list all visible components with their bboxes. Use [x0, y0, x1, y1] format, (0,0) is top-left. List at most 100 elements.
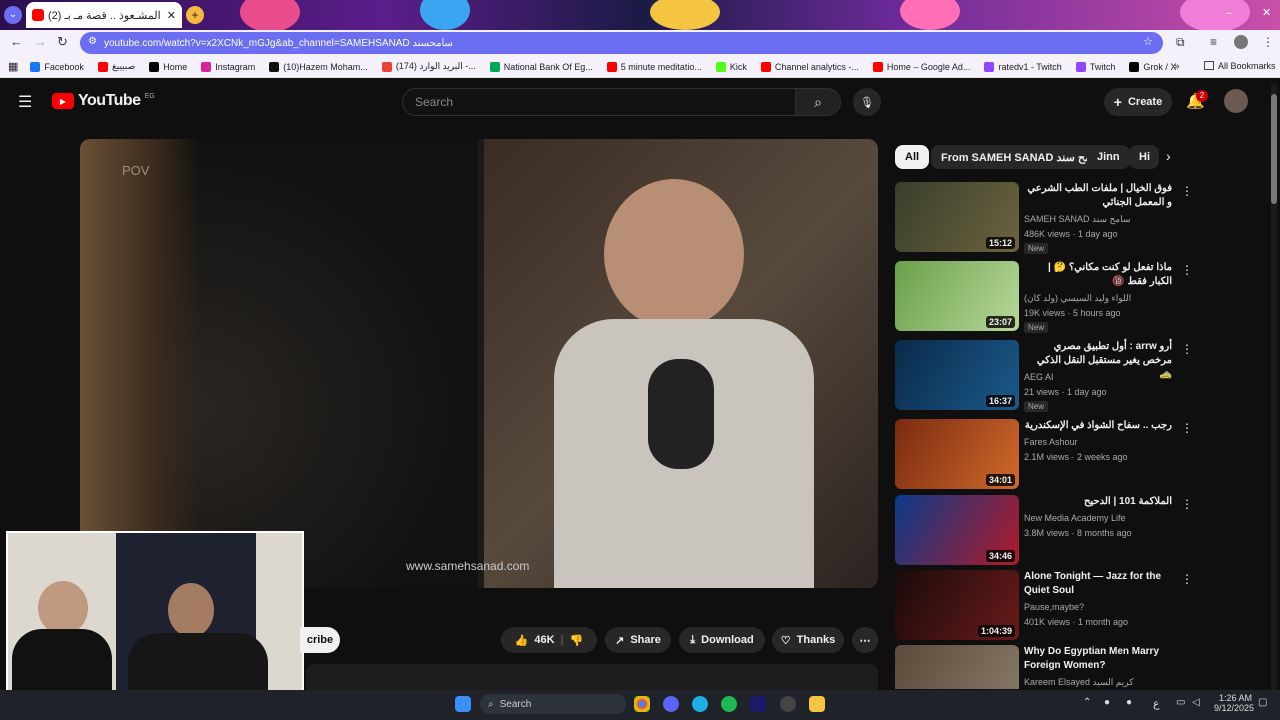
video-player[interactable]: POV www.samehsanad.com	[80, 139, 878, 588]
video-thumbnail[interactable]: 34:46	[895, 495, 1019, 565]
browser-menu-icon[interactable]: ⋮	[1262, 35, 1274, 49]
chip-more[interactable]: Hi	[1129, 145, 1159, 169]
video-thumbnail[interactable]: 16:37	[895, 340, 1019, 410]
user-avatar[interactable]	[1224, 89, 1248, 113]
channel-name[interactable]: Pause,maybe?	[1024, 602, 1084, 612]
voice-search-button[interactable]: 🎙	[853, 88, 881, 116]
dislike-icon[interactable]: 👎	[570, 634, 584, 647]
window-close-icon[interactable]: ✕	[1262, 6, 1271, 19]
youtube-logo[interactable]: ▶ YouTube EG	[52, 92, 155, 110]
clock[interactable]: 1:26 AM 9/12/2025	[1214, 693, 1254, 713]
item-menu-icon[interactable]: ⋮	[1181, 647, 1185, 661]
channel-name[interactable]: اللواء وليد السيسي (ولد كان)	[1024, 293, 1131, 304]
chip-all[interactable]: All	[895, 145, 930, 169]
tab-close-icon[interactable]: ✕	[167, 9, 176, 22]
taskbar-search[interactable]: ⌕ Search	[480, 694, 626, 714]
chip-jinn[interactable]: Jinn	[1087, 145, 1130, 169]
profile-avatar[interactable]	[1234, 35, 1248, 49]
channel-name[interactable]: SAMEH SANAD سامح سند	[1024, 214, 1130, 225]
share-button[interactable]: ↗ Share	[605, 627, 671, 653]
bookmark-item[interactable]: Channel analytics -...	[760, 61, 859, 72]
url-field[interactable]: ⚙ youtube.com/watch?v=x2XCNk_mGJg&ab_cha…	[80, 32, 1163, 54]
reading-list-icon[interactable]: ≡	[1210, 35, 1217, 49]
bookmark-item[interactable]: ratedv1 - Twitch	[984, 61, 1062, 72]
bookmark-item[interactable]: Twitch	[1075, 61, 1115, 72]
item-menu-icon[interactable]: ⋮	[1181, 263, 1193, 277]
video-title[interactable]: رجب .. سفاح الشواذ في الإسكندرية	[1024, 419, 1172, 433]
active-tab[interactable]: (2) المشـعوذ .. قصة مـ بـ ✕	[26, 2, 182, 28]
discord-tray-icon[interactable]: ●	[1104, 697, 1110, 708]
chrome-icon[interactable]	[634, 696, 650, 712]
bookmark-item[interactable]: National Bank Of Eg...	[489, 61, 593, 72]
description-box[interactable]	[306, 664, 878, 690]
bookmark-item[interactable]: Kick	[715, 61, 747, 72]
bookmark-item[interactable]: (174) البريد الوارد -...	[381, 61, 476, 72]
chips-next-icon[interactable]: ›	[1166, 148, 1171, 164]
item-menu-icon[interactable]: ⋮	[1181, 342, 1193, 356]
bookmark-item[interactable]: Home – Google Ad...	[872, 61, 970, 72]
tray-chevron-icon[interactable]: ⌃	[1083, 697, 1091, 708]
video-thumbnail[interactable]: 15:12	[895, 182, 1019, 252]
page-scrollbar[interactable]	[1271, 84, 1277, 690]
start-menu-icon[interactable]	[455, 696, 471, 712]
video-title[interactable]: فوق الخيال | ملفات الطب الشرعي و المعمل …	[1024, 182, 1172, 210]
back-icon[interactable]: ←	[10, 34, 23, 49]
discord-icon[interactable]	[663, 696, 679, 712]
video-title[interactable]: الملاكمة 101 | الدحيح	[1024, 495, 1172, 509]
item-menu-icon[interactable]: ⋮	[1181, 572, 1193, 586]
app-icon[interactable]	[750, 696, 766, 712]
like-icon[interactable]: 👍	[515, 634, 529, 647]
recommendation-item[interactable]: 23:07 ماذا تفعل لو كنت مكاني؟ 🤔 | الكبار…	[895, 261, 1193, 333]
create-button[interactable]: + Create	[1104, 88, 1172, 116]
channel-name[interactable]: Fares Ashour	[1024, 437, 1078, 447]
channel-name[interactable]: AEG AI	[1024, 372, 1054, 382]
reload-icon[interactable]: ↻	[57, 34, 68, 50]
forward-icon[interactable]: →	[34, 34, 47, 49]
download-button[interactable]: ⤓ Download	[679, 627, 765, 653]
search-input[interactable]: Search	[402, 88, 796, 116]
recommendation-item[interactable]: 16:37 أرو arrw : أول تطبيق مصري مرخص يغي…	[895, 340, 1193, 412]
microphone-tray-icon[interactable]: ●	[1126, 697, 1132, 708]
file-explorer-icon[interactable]	[809, 696, 825, 712]
more-bookmarks-icon[interactable]: »	[1174, 61, 1180, 72]
video-thumbnail[interactable]: 23:07	[895, 261, 1019, 331]
search-button[interactable]: ⌕	[795, 88, 841, 116]
extensions-icon[interactable]: ⧉	[1176, 35, 1185, 50]
recommendation-item[interactable]: 34:46 الملاكمة 101 | الدحيح New Media Ac…	[895, 495, 1193, 567]
bookmark-item[interactable]: 5 minute meditatio...	[606, 61, 702, 72]
bookmark-item[interactable]: Instagram	[201, 61, 255, 72]
like-count[interactable]: 46K	[534, 634, 554, 646]
scrollbar-thumb[interactable]	[1271, 94, 1277, 204]
all-bookmarks[interactable]: All Bookmarks	[1204, 61, 1276, 71]
tab-search-button[interactable]: ⌄	[4, 6, 22, 24]
bookmark-item[interactable]: Grok / X	[1129, 61, 1176, 72]
recommendation-item[interactable]: 1:04:39 Alone Tonight — Jazz for the Qui…	[895, 570, 1193, 642]
minimize-icon[interactable]: –	[1226, 8, 1232, 19]
hamburger-menu-icon[interactable]: ☰	[18, 92, 32, 112]
item-menu-icon[interactable]: ⋮	[1181, 421, 1193, 435]
edge-icon[interactable]	[692, 696, 708, 712]
recommendation-item[interactable]: 34:01 رجب .. سفاح الشواذ في الإسكندرية F…	[895, 419, 1193, 491]
recommendation-item[interactable]: 15:12 فوق الخيال | ملفات الطب الشرعي و ا…	[895, 182, 1193, 254]
thanks-button[interactable]: ♡ Thanks	[772, 627, 844, 653]
bookmark-item[interactable]: Facebook	[30, 61, 84, 72]
video-thumbnail[interactable]	[895, 645, 1019, 689]
video-title[interactable]: Alone Tonight — Jazz for the Quiet Soul	[1024, 570, 1172, 598]
apps-grid-icon[interactable]: ▦	[8, 60, 18, 73]
video-title[interactable]: ماذا تفعل لو كنت مكاني؟ 🤔 | الكبار فقط 🔞	[1024, 261, 1172, 289]
bookmark-item[interactable]: Home	[149, 61, 187, 72]
video-title[interactable]: Why Do Egyptian Men Marry Foreign Women?	[1024, 645, 1172, 673]
site-info-icon[interactable]: ⚙	[88, 36, 97, 47]
language-indicator[interactable]: ع	[1153, 697, 1160, 710]
item-menu-icon[interactable]: ⋮	[1181, 497, 1193, 511]
video-thumbnail[interactable]: 1:04:39	[895, 570, 1019, 640]
subscribe-button[interactable]: cribe	[300, 627, 340, 653]
bookmark-item[interactable]: صبيييغ	[97, 61, 135, 72]
spotify-icon[interactable]	[721, 696, 737, 712]
channel-name[interactable]: Kareem Elsayed كريم السيد	[1024, 677, 1134, 688]
bookmark-item[interactable]: (10)Hazem Moham...	[269, 61, 368, 72]
bookmark-star-icon[interactable]: ☆	[1143, 35, 1153, 48]
recommendation-item[interactable]: Why Do Egyptian Men Marry Foreign Women?…	[895, 645, 1185, 689]
video-thumbnail[interactable]: 34:01	[895, 419, 1019, 489]
channel-name[interactable]: New Media Academy Life	[1024, 513, 1126, 523]
